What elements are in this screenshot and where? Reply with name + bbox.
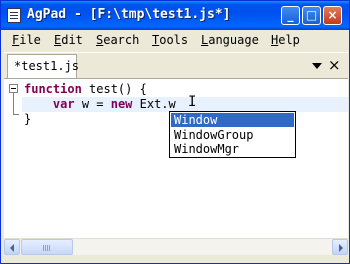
code-line-1: function test() { [24, 82, 147, 97]
title-bar[interactable]: AgPad - [F:\tmp\test1.js*] _ □ × [1, 1, 349, 30]
close-icon[interactable]: × [328, 57, 341, 73]
keyword: var [52, 97, 75, 111]
status-bar [1, 255, 349, 263]
fold-collapse-icon[interactable] [9, 84, 18, 93]
maximize-button[interactable]: □ [302, 6, 321, 25]
menu-help[interactable]: Help [271, 33, 300, 47]
menu-file[interactable]: File [12, 33, 41, 47]
code-editor[interactable]: function test() { var w = new Ext.w } I … [4, 78, 348, 238]
keyword: function [24, 82, 82, 96]
scroll-left-button[interactable] [4, 239, 20, 255]
notepad-icon [7, 8, 21, 23]
code-text: w = [74, 97, 111, 111]
grip-icon [43, 245, 44, 251]
tab-test1-js[interactable]: *test1.js [7, 54, 80, 79]
close-window-button[interactable]: × [323, 6, 342, 25]
arrow-left-icon [10, 244, 14, 252]
code-line-3: } [24, 112, 31, 127]
code-text: Ext.w [132, 97, 176, 111]
fold-end [13, 114, 19, 115]
tab-bar: *test1.js × [4, 52, 348, 79]
menu-tools[interactable]: Tools [152, 33, 188, 47]
code-line-2: var w = new Ext.w [22, 97, 348, 112]
menu-language[interactable]: Language [201, 33, 259, 47]
horizontal-scrollbar[interactable] [4, 238, 348, 255]
scroll-thumb[interactable] [21, 239, 73, 255]
chevron-down-icon[interactable] [312, 63, 322, 69]
minimize-button[interactable]: _ [281, 6, 300, 25]
code-text: } [24, 112, 32, 126]
menu-bar: File Edit Search Tools Language Help [4, 30, 348, 52]
window-title: AgPad - [F:\tmp\test1.js*] [27, 7, 231, 22]
tab-label: *test1.js [14, 59, 80, 73]
arrow-right-icon [339, 244, 343, 252]
autocomplete-item[interactable]: WindowGroup [171, 128, 294, 142]
keyword: new [110, 97, 133, 111]
autocomplete-item[interactable]: WindowMgr [171, 142, 294, 156]
menu-edit[interactable]: Edit [54, 33, 83, 47]
autocomplete-popup[interactable]: Window WindowGroup WindowMgr [169, 111, 296, 158]
scroll-right-button[interactable] [332, 239, 348, 255]
fold-line [13, 93, 14, 115]
autocomplete-item[interactable]: Window [171, 113, 294, 127]
menu-search[interactable]: Search [96, 33, 139, 47]
code-text: test() { [81, 82, 147, 96]
app-window: AgPad - [F:\tmp\test1.js*] _ □ × File Ed… [0, 0, 350, 264]
text-cursor-icon: I [188, 94, 197, 110]
